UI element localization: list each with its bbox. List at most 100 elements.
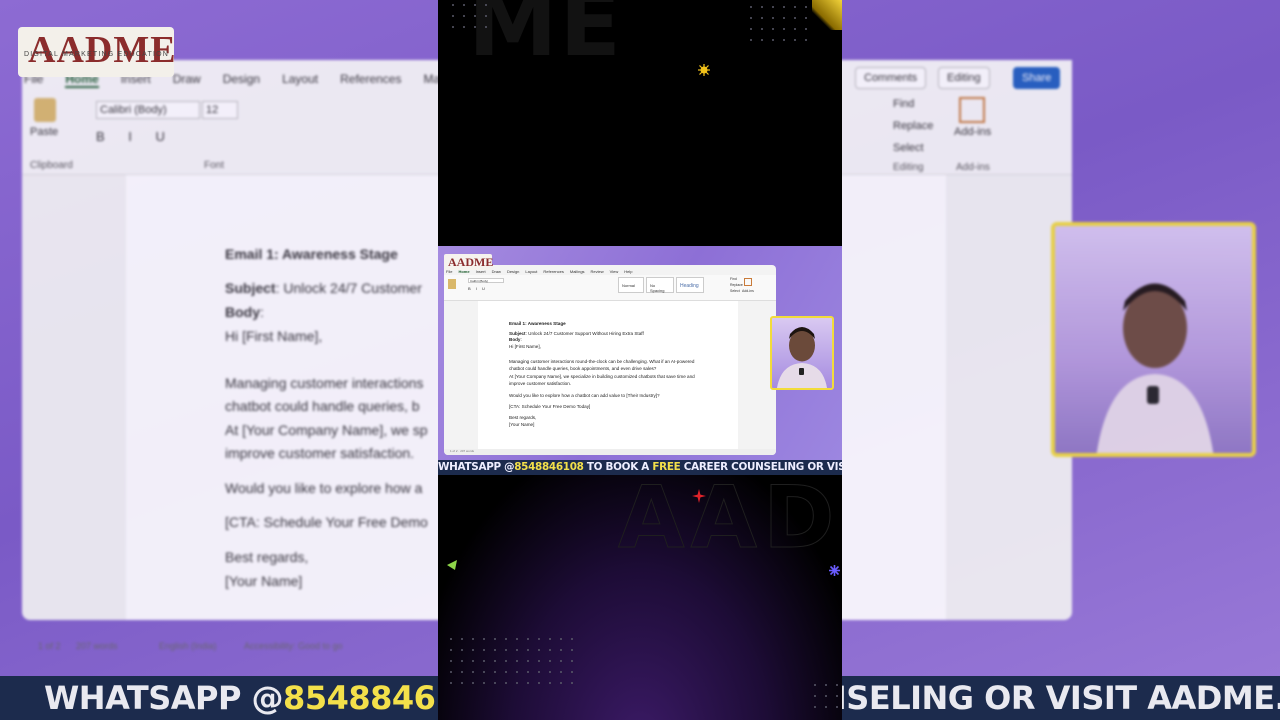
editing-label: Editing	[947, 72, 981, 84]
doc-subject: Subject: Unlock 24/7 Customer Support Wi…	[509, 331, 644, 336]
clipboard-group-label: Clipboard	[30, 160, 73, 171]
mini-tab-mailings[interactable]: Mailings	[570, 269, 585, 274]
comments-label: Comments	[864, 72, 918, 84]
doc-para-line4: improve customer satisfaction.	[509, 381, 572, 386]
mini-paste-icon	[448, 279, 456, 289]
bg-banner-part1: WHATSAPP @	[44, 679, 284, 717]
font-size-box[interactable]: 12	[202, 101, 238, 119]
doc-para-line2: chatbot could handle queries, book appoi…	[509, 366, 657, 371]
bg-doc-heading: Email 1: Awareness Stage	[225, 246, 398, 262]
presenter-silhouette	[1096, 283, 1214, 453]
sparkle-red-icon	[692, 489, 706, 503]
bg-tab-references[interactable]: References	[340, 72, 401, 88]
mini-select[interactable]: Select	[730, 289, 740, 293]
bg-banner-part3: NSELING OR VISIT AADME.CO	[820, 679, 1280, 717]
dot-grid-top-right	[750, 6, 807, 41]
status-page: 1 of 2	[38, 641, 61, 651]
addins-icon	[959, 97, 985, 123]
bg-webcam-overlay	[1051, 222, 1256, 457]
mini-addins-icon	[744, 278, 752, 286]
bg-doc-para-line1: Managing customer interactions	[225, 375, 424, 391]
mini-ribbon: Calibri (Body) B I U Find Replace Select…	[444, 275, 776, 301]
doc-greeting: Hi [First Name],	[509, 344, 541, 349]
bg-doc-signature: [Your Name]	[225, 573, 303, 589]
status-language[interactable]: English (India)	[159, 641, 217, 651]
promo-banner[interactable]: WHATSAPP @8548846108 TO BOOK A FREE CARE…	[438, 460, 842, 475]
watermark-middle: AAD	[618, 468, 841, 569]
style-no-spacing[interactable]: No Spacing	[646, 277, 674, 293]
font-group-label: Font	[204, 160, 225, 171]
banner-part2: TO BOOK A	[583, 461, 653, 473]
bg-doc-para-line2: chatbot could handle queries, b	[225, 398, 420, 414]
doc-heading: Email 1: Awareness Stage	[509, 321, 566, 326]
tutorial-video[interactable]: File Home Insert Draw Design Layout Refe…	[438, 246, 842, 460]
font-name-box[interactable]: Calibri (Body)	[96, 101, 200, 119]
mini-tab-layout[interactable]: Layout	[525, 269, 537, 274]
bg-doc-closing: Best regards,	[225, 549, 309, 565]
mini-font-name[interactable]: Calibri (Body)	[468, 278, 504, 283]
mini-tab-draw[interactable]: Draw	[492, 269, 501, 274]
mini-format-buttons[interactable]: B I U	[468, 286, 487, 291]
aadme-logo: AADME	[444, 254, 493, 270]
doc-signature: [Your Name]	[509, 422, 535, 427]
comments-button[interactable]: Comments	[855, 67, 927, 89]
mini-replace[interactable]: Replace	[730, 283, 743, 287]
mini-find[interactable]: Find	[730, 277, 737, 281]
bg-doc-cta: [CTA: Schedule Your Free Demo	[225, 514, 428, 530]
presenter-thumbnail	[777, 327, 827, 388]
bg-doc-question: Would you like to explore how a	[225, 480, 423, 496]
watermark-top: ME	[468, 0, 624, 77]
mini-tab-references[interactable]: References	[543, 269, 563, 274]
bg-doc-para-line4: improve customer satisfaction.	[225, 445, 415, 461]
editing-mode-button[interactable]: Editing	[938, 67, 990, 89]
banner-phone: 8548846108	[514, 461, 584, 473]
banner-free: FREE	[652, 461, 681, 473]
mini-status-page: 1 of 2	[450, 449, 458, 453]
bg-tab-layout[interactable]: Layout	[282, 72, 318, 88]
mini-tab-review[interactable]: Review	[591, 269, 604, 274]
style-heading[interactable]: Heading	[676, 277, 704, 293]
doc-body-label: Body:	[509, 337, 522, 342]
doc-cta: [CTA: Schedule Your Free Demo Today]	[509, 404, 591, 409]
paste-icon	[34, 98, 56, 122]
bg-doc-body-label: Body:	[225, 304, 264, 320]
addins-button[interactable]: Add-ins	[954, 126, 991, 138]
banner-part3: CAREER COUNSELING OR VISIT AADME.CO	[683, 461, 842, 473]
style-normal[interactable]: Normal	[618, 277, 644, 293]
share-button[interactable]: Share	[1013, 67, 1061, 89]
body-label-text: Body	[509, 337, 521, 342]
mini-tab-view[interactable]: View	[610, 269, 619, 274]
mini-tab-help[interactable]: Help	[624, 269, 632, 274]
paste-button[interactable]: Paste	[30, 126, 58, 138]
select-button[interactable]: Select	[893, 142, 924, 154]
dot-grid-bottom-left	[450, 638, 573, 684]
mini-tab-design[interactable]: Design	[507, 269, 519, 274]
replace-button[interactable]: Replace	[893, 120, 933, 132]
subject-label: Subject	[509, 331, 526, 336]
bg-tab-draw[interactable]: Draw	[173, 72, 201, 88]
doc-para-line3: At [Your Company Name], we specialize in…	[509, 374, 695, 379]
bg-logo-tagline: DIGITAL MARKETING EDUCATION	[24, 51, 170, 58]
bg-tab-design[interactable]: Design	[223, 72, 260, 88]
share-label: Share	[1022, 72, 1052, 84]
bg-subject-text: : Unlock 24/7 Customer	[275, 280, 422, 296]
status-accessibility[interactable]: Accessibility: Good to go	[244, 641, 343, 651]
format-buttons[interactable]: B I U	[96, 129, 175, 144]
webcam-overlay	[770, 316, 834, 390]
bg-body-label-text: Body	[225, 304, 260, 320]
editing-group-label: Editing	[893, 162, 924, 173]
mini-status-words: 207 words	[460, 449, 475, 453]
doc-para-line1: Managing customer interactions round-the…	[509, 359, 695, 364]
corner-accent	[812, 0, 842, 30]
addins-group-label: Add-ins	[956, 162, 990, 173]
screen: File Home Insert Draw Design Layout Refe…	[0, 0, 1280, 720]
doc-closing: Best regards,	[509, 415, 537, 420]
find-button[interactable]: Find	[893, 98, 914, 110]
sparkle-yellow-icon	[698, 64, 710, 76]
mini-addins[interactable]: Add-ins	[742, 289, 754, 293]
bg-aadme-logo: AADME DIGITAL MARKETING EDUCATION	[18, 27, 176, 77]
shorts-frame: ME AAD File Home Insert Draw Design Layo…	[438, 0, 842, 720]
dot-grid-bottom-right	[814, 684, 838, 708]
mini-status-bar: 1 of 2 · 207 words	[444, 449, 776, 455]
banner-part1: WHATSAPP @	[438, 461, 515, 473]
